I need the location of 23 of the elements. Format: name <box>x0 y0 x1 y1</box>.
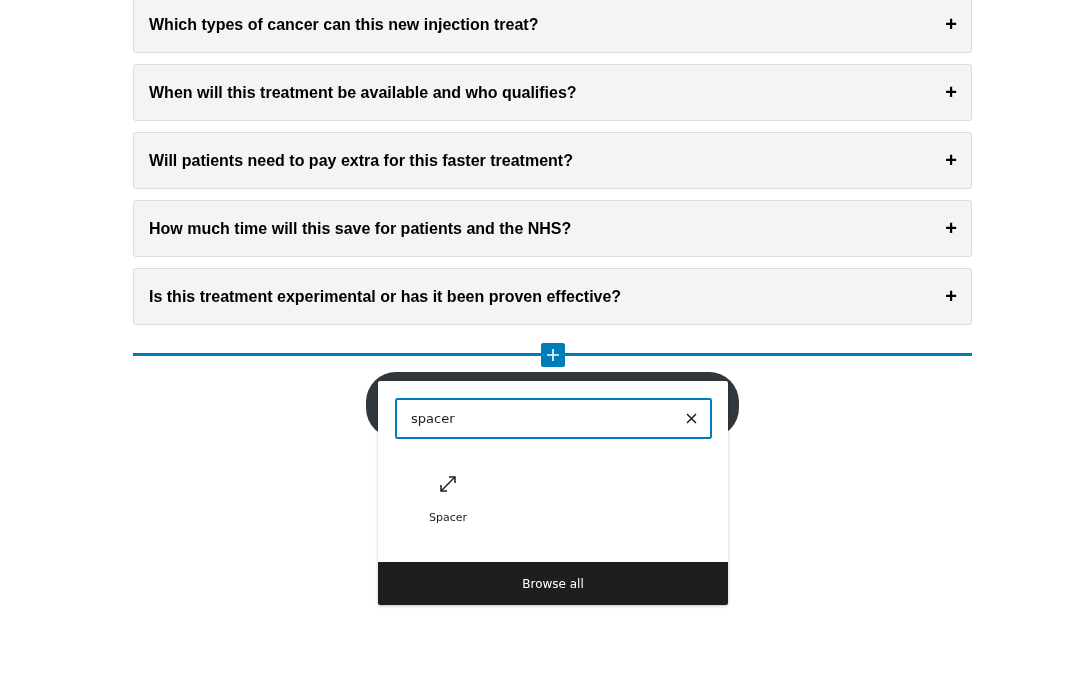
faq-question: When will this treatment be available and who qualifies? <box>149 83 577 102</box>
faq-item[interactable]: How much time will this save for patients and the NHS? + <box>133 200 972 257</box>
expand-toggle[interactable]: + <box>945 149 957 172</box>
search-field[interactable]: spacer <box>395 398 712 439</box>
expand-toggle[interactable]: + <box>945 217 957 240</box>
faq-item[interactable]: Will patients need to pay extra for this faster treatment? + <box>133 132 972 189</box>
faq-item[interactable]: Is this treatment experimental or has it been proven effective? + <box>133 268 972 325</box>
faq-question: Will patients need to pay extra for this faster treatment? <box>149 151 573 170</box>
faq-question: How much time will this save for patients and the NHS? <box>149 219 572 238</box>
close-icon[interactable] <box>686 413 697 424</box>
block-label: Spacer <box>428 511 467 524</box>
block-result-item[interactable]: Spacer <box>412 475 484 524</box>
diagonal-arrows-icon <box>439 475 457 493</box>
expand-toggle[interactable]: + <box>945 13 957 36</box>
faq-question: Is this treatment experimental or has it been proven effective? <box>149 287 622 306</box>
faq-item[interactable]: When will this treatment be available and who qualifies? + <box>133 64 972 121</box>
faq-item[interactable]: Which types of cancer can this new injection treat? + <box>133 0 972 53</box>
expand-toggle[interactable]: + <box>945 81 957 104</box>
plus-icon <box>546 348 560 362</box>
expand-toggle[interactable]: + <box>945 285 957 308</box>
browse-all-button[interactable]: Browse all <box>378 562 728 605</box>
add-block-button[interactable] <box>541 343 565 367</box>
faq-question: Which types of cancer can this new injection treat? <box>149 15 539 34</box>
